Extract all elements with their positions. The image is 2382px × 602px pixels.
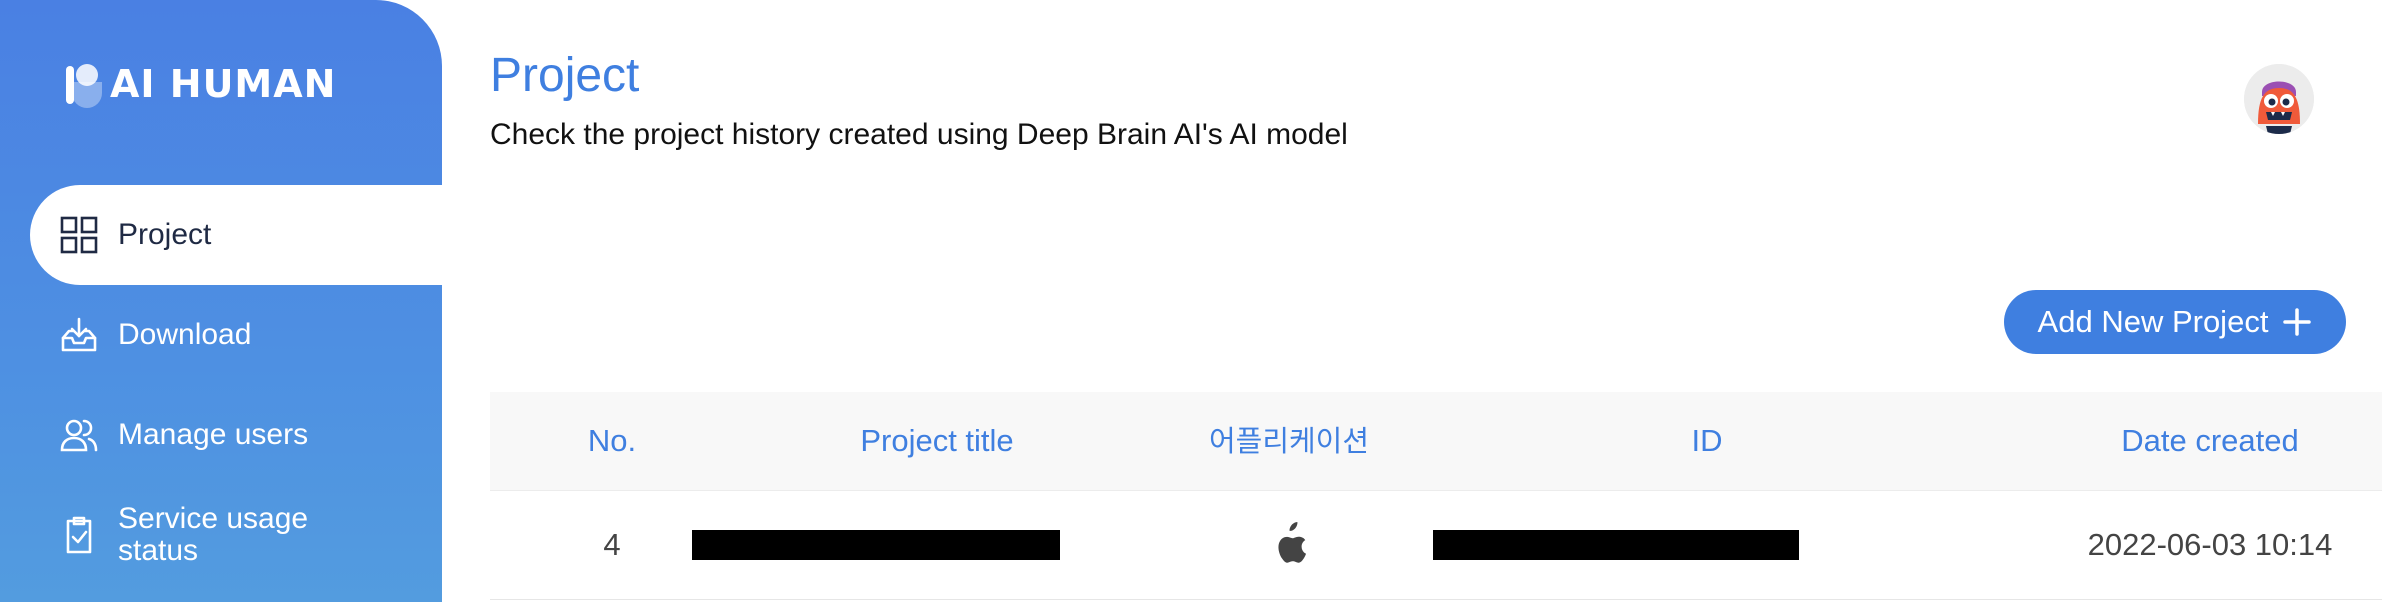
sidebar-item-service-usage-status[interactable]: Service usage status bbox=[30, 485, 442, 585]
sidebar-item-project[interactable]: Project bbox=[30, 185, 442, 285]
grid-icon bbox=[60, 216, 98, 254]
sidebar-item-label: Download bbox=[118, 318, 252, 351]
logo-mark-icon bbox=[62, 60, 106, 108]
cell-no: 4 bbox=[603, 527, 621, 562]
user-avatar[interactable] bbox=[2244, 64, 2314, 134]
sidebar-item-download[interactable]: Download bbox=[30, 285, 442, 385]
page-subtitle: Check the project history created using … bbox=[490, 118, 1348, 151]
cell-date-created: 2022-06-03 10:14 bbox=[2087, 527, 2333, 562]
sidebar: AI HUMAN Project Download Manage users S… bbox=[0, 0, 442, 602]
plus-icon bbox=[2282, 307, 2312, 337]
apple-icon bbox=[1278, 522, 1306, 563]
sidebar-item-label: Manage users bbox=[118, 418, 309, 451]
clipboard-check-icon bbox=[60, 516, 98, 554]
app-window: AI HUMAN Project Download Manage users S… bbox=[0, 0, 2382, 602]
column-header-id[interactable]: ID bbox=[1692, 392, 1723, 490]
column-header-date-created[interactable]: Date created bbox=[2121, 392, 2299, 490]
table-row[interactable]: 4 2022-06-03 10:14 bbox=[490, 491, 2382, 600]
column-header-no[interactable]: No. bbox=[588, 392, 636, 490]
sidebar-nav: Project Download Manage users Service us… bbox=[30, 185, 442, 585]
sidebar-item-label: Service usage status bbox=[118, 502, 309, 567]
users-icon bbox=[60, 416, 98, 454]
column-header-project-title[interactable]: Project title bbox=[860, 392, 1013, 490]
monster-avatar-icon bbox=[2244, 64, 2314, 134]
add-new-project-button[interactable]: Add New Project bbox=[2004, 290, 2346, 354]
add-new-project-label: Add New Project bbox=[2037, 304, 2269, 339]
sidebar-item-manage-users[interactable]: Manage users bbox=[30, 385, 442, 485]
logo-text: AI HUMAN bbox=[110, 62, 337, 106]
column-header-application[interactable]: 어플리케이션 bbox=[1209, 392, 1369, 490]
download-tray-icon bbox=[60, 316, 98, 354]
cell-id-redacted bbox=[1433, 491, 1799, 599]
logo[interactable]: AI HUMAN bbox=[62, 56, 336, 112]
sidebar-item-label: Project bbox=[118, 218, 212, 251]
table-header: No. Project title 어플리케이션 ID Date created bbox=[490, 392, 2382, 491]
project-table: No. Project title 어플리케이션 ID Date created… bbox=[490, 392, 2382, 600]
cell-application bbox=[1270, 491, 1308, 599]
page-title: Project bbox=[490, 49, 640, 102]
cell-project-title-redacted bbox=[692, 491, 1060, 599]
